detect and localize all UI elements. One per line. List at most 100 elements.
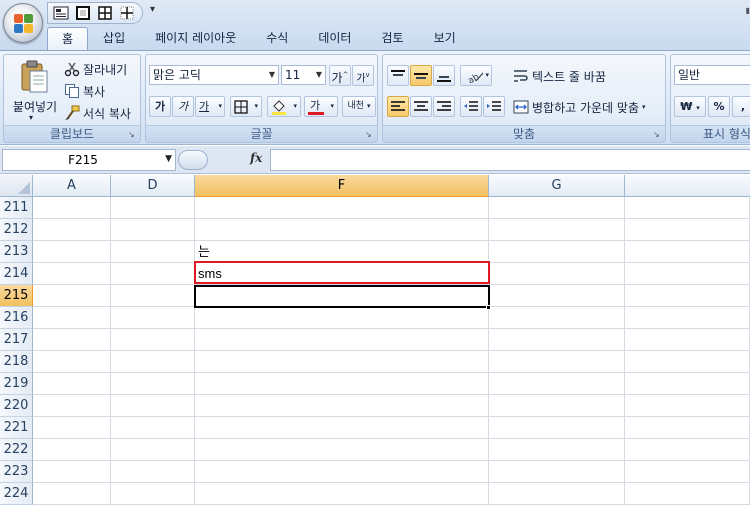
format-painter-button[interactable]: 서식 복사 (64, 103, 131, 123)
cell-h224[interactable] (625, 483, 750, 505)
cell-a221[interactable] (33, 417, 111, 439)
font-name-select[interactable]: 맑은 고딕 ▼ (149, 65, 279, 85)
cell-h222[interactable] (625, 439, 750, 461)
cell-h217[interactable] (625, 329, 750, 351)
chevron-down-icon[interactable]: ▼ (165, 154, 172, 164)
phonetic-guide-button[interactable]: 내천 ▾ (342, 96, 376, 117)
cell-h221[interactable] (625, 417, 750, 439)
column-header-next[interactable] (625, 175, 750, 197)
align-center-button[interactable] (410, 96, 432, 117)
row-header[interactable]: 212 (0, 219, 33, 241)
font-color-button[interactable]: 가 ▾ (304, 96, 338, 117)
column-header-a[interactable]: A (33, 175, 111, 197)
align-bottom-button[interactable] (433, 65, 455, 86)
row-header[interactable]: 223 (0, 461, 33, 483)
cell-a219[interactable] (33, 373, 111, 395)
tab-page-layout[interactable]: 페이지 레이아웃 (140, 27, 251, 50)
tab-formulas[interactable]: 수식 (251, 27, 303, 50)
orientation-button[interactable]: ab ▾ (460, 65, 492, 87)
cell-f216[interactable] (195, 307, 489, 329)
clipboard-dialog-launcher-icon[interactable]: ↘ (128, 130, 137, 139)
row-header[interactable]: 217 (0, 329, 33, 351)
office-button[interactable] (3, 3, 43, 43)
cell-f219[interactable] (195, 373, 489, 395)
percent-button[interactable]: % (708, 96, 730, 117)
cell-a223[interactable] (33, 461, 111, 483)
cell-a218[interactable] (33, 351, 111, 373)
cell-d223[interactable] (111, 461, 195, 483)
align-right-button[interactable] (433, 96, 455, 117)
row-header[interactable]: 216 (0, 307, 33, 329)
align-top-button[interactable] (387, 65, 409, 86)
cell-d215[interactable] (111, 285, 195, 307)
cut-button[interactable]: 잘라내기 (64, 59, 127, 79)
cell-f224[interactable] (195, 483, 489, 505)
paste-dropdown-icon[interactable]: ▾ (29, 113, 33, 122)
cell-a217[interactable] (33, 329, 111, 351)
cell-a224[interactable] (33, 483, 111, 505)
fill-color-button[interactable]: ▾ (267, 96, 301, 117)
cell-a214[interactable] (33, 263, 111, 285)
cell-a212[interactable] (33, 219, 111, 241)
cell-g219[interactable] (489, 373, 625, 395)
merge-center-button[interactable]: 병합하고 가운데 맞춤 ▾ (513, 97, 646, 117)
cell-d212[interactable] (111, 219, 195, 241)
comma-button[interactable]: , (732, 96, 750, 117)
cell-g213[interactable] (489, 241, 625, 263)
row-header[interactable]: 211 (0, 197, 33, 219)
border-outline-icon[interactable] (74, 5, 92, 21)
cell-f221[interactable] (195, 417, 489, 439)
all-borders-icon[interactable] (96, 5, 114, 21)
cell-a211[interactable] (33, 197, 111, 219)
wrap-text-button[interactable]: 텍스트 줄 바꿈 (513, 66, 606, 86)
cell-a213[interactable] (33, 241, 111, 263)
cell-h214[interactable] (625, 263, 750, 285)
italic-button[interactable]: 가 (172, 96, 194, 117)
cell-d217[interactable] (111, 329, 195, 351)
cell-d211[interactable] (111, 197, 195, 219)
cell-g224[interactable] (489, 483, 625, 505)
cell-g223[interactable] (489, 461, 625, 483)
tab-data[interactable]: 데이터 (303, 27, 366, 50)
cell-d222[interactable] (111, 439, 195, 461)
tab-home[interactable]: 홈 (47, 27, 89, 50)
cell-f220[interactable] (195, 395, 489, 417)
cell-d221[interactable] (111, 417, 195, 439)
cell-h219[interactable] (625, 373, 750, 395)
align-left-button[interactable] (387, 96, 409, 117)
cell-g212[interactable] (489, 219, 625, 241)
customize-quick-access-button[interactable]: ▾ (150, 4, 155, 15)
cell-h220[interactable] (625, 395, 750, 417)
cell-h213[interactable] (625, 241, 750, 263)
name-box[interactable]: F215 ▼ (2, 149, 176, 171)
row-header[interactable]: 213 (0, 241, 33, 263)
formula-input[interactable] (270, 149, 750, 171)
paste-button[interactable]: 붙여넣기 ▾ (7, 58, 59, 124)
cell-h215[interactable] (625, 285, 750, 307)
cell-d214[interactable] (111, 263, 195, 285)
cell-g217[interactable] (489, 329, 625, 351)
borders-button[interactable]: ▾ (230, 96, 262, 117)
fill-handle[interactable] (486, 305, 491, 310)
cell-a216[interactable] (33, 307, 111, 329)
underline-button[interactable]: 가 ▾ (195, 96, 225, 117)
font-size-select[interactable]: 11 ▼ (281, 65, 326, 85)
increase-indent-button[interactable] (483, 96, 505, 117)
cell-g218[interactable] (489, 351, 625, 373)
font-dialog-launcher-icon[interactable]: ↘ (365, 130, 374, 139)
row-header[interactable]: 221 (0, 417, 33, 439)
currency-button[interactable]: ₩ ▾ (674, 96, 706, 117)
decrease-indent-button[interactable] (460, 96, 482, 117)
cell-d216[interactable] (111, 307, 195, 329)
tab-review[interactable]: 검토 (366, 27, 418, 50)
row-header[interactable]: 220 (0, 395, 33, 417)
tab-view[interactable]: 보기 (419, 27, 471, 50)
column-header-d[interactable]: D (111, 175, 195, 197)
number-format-select[interactable]: 일반 (674, 65, 750, 85)
row-header[interactable]: 218 (0, 351, 33, 373)
cell-f211[interactable] (195, 197, 489, 219)
select-all-button[interactable] (0, 175, 33, 197)
insert-function-icon[interactable]: fx (250, 151, 262, 165)
row-header[interactable]: 219 (0, 373, 33, 395)
cell-h212[interactable] (625, 219, 750, 241)
